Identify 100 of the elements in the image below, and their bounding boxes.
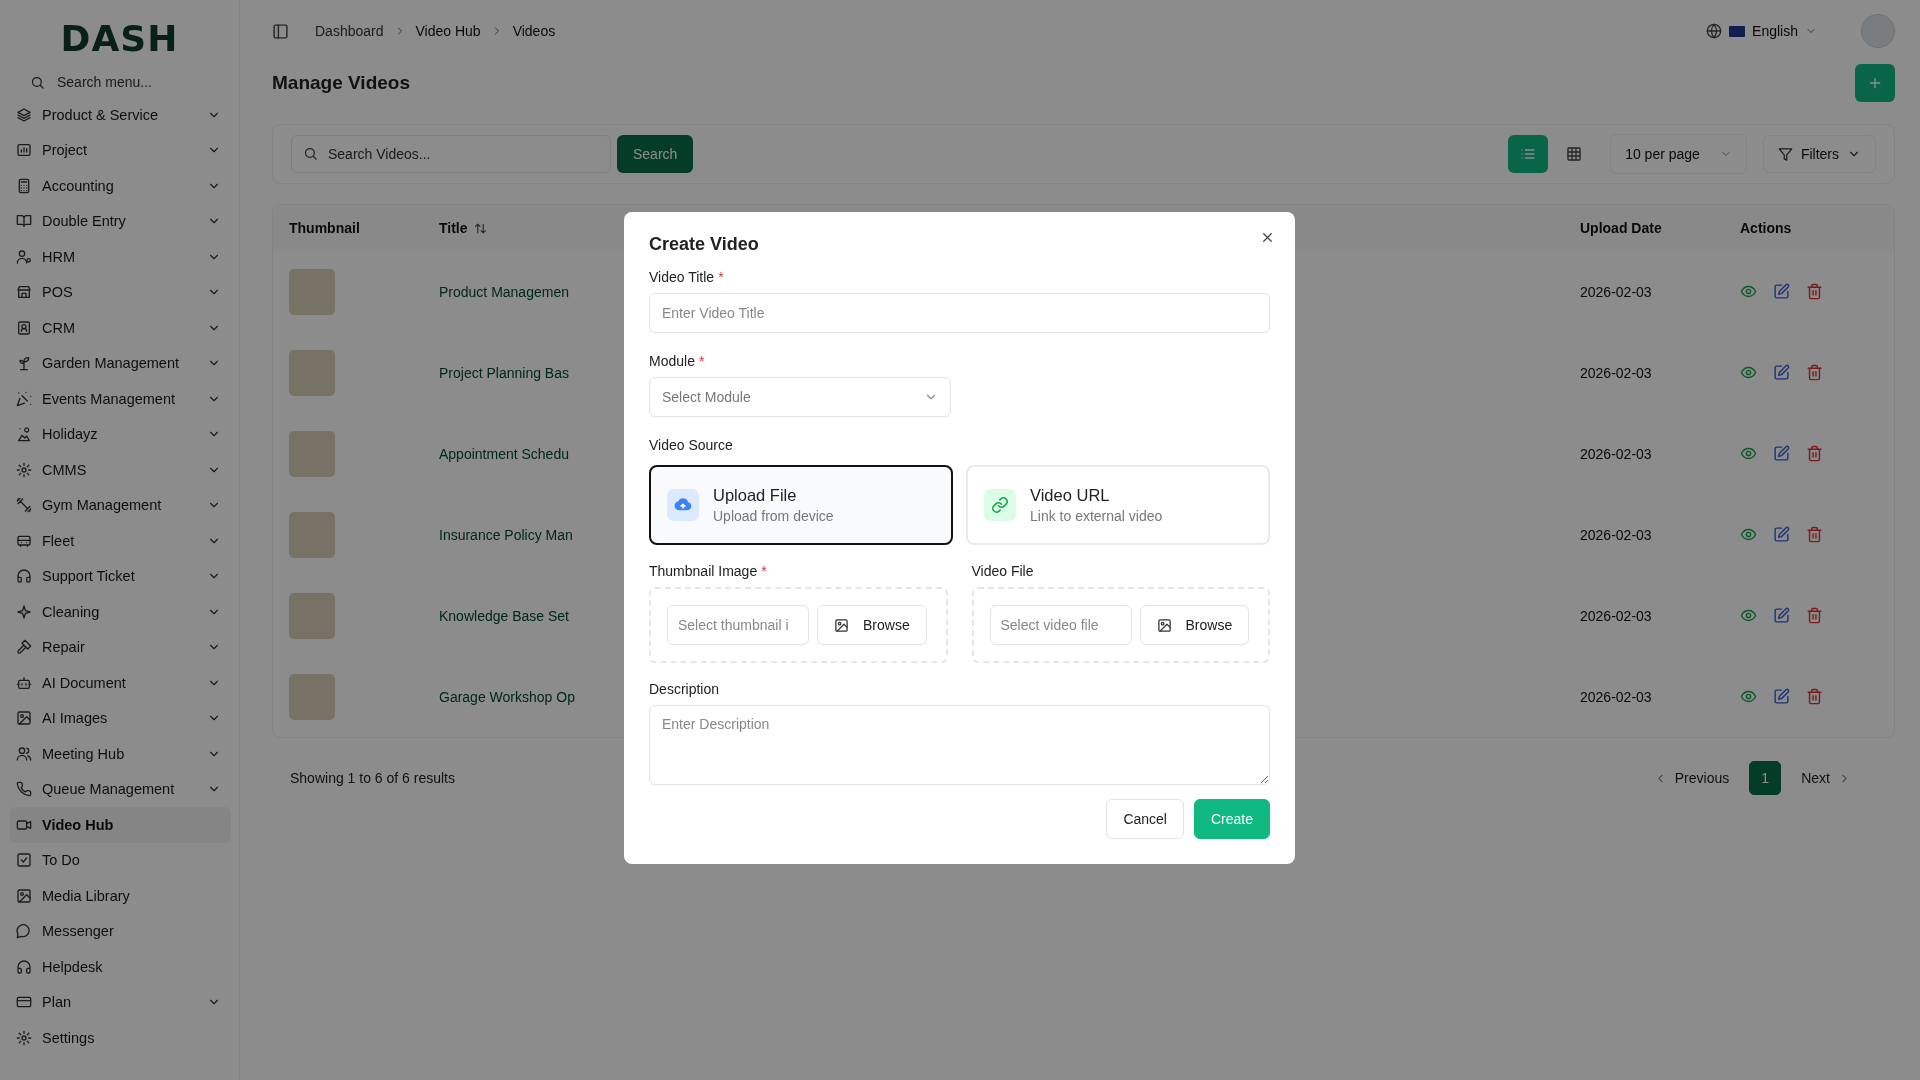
view-icon[interactable] (1740, 364, 1757, 381)
edit-icon[interactable] (1773, 445, 1790, 462)
sort-icon[interactable] (473, 221, 487, 235)
sidebar-item[interactable]: Fleet (10, 523, 231, 559)
sidebar-item[interactable]: Meeting Hub (10, 736, 231, 772)
filters-button[interactable]: Filters (1762, 135, 1876, 173)
video-title-field[interactable]: Enter Video Title (649, 293, 1270, 333)
video-title-link[interactable]: Knowledge Base Set (439, 607, 569, 624)
sidebar-item[interactable]: CRM (10, 310, 231, 346)
sparkle-icon (16, 603, 32, 620)
image-icon (16, 887, 32, 904)
view-icon[interactable] (1740, 283, 1757, 300)
page-button[interactable]: 1 (1749, 761, 1782, 795)
phone-icon (16, 781, 32, 798)
module-select[interactable]: Select Module (649, 377, 951, 417)
sidebar-item[interactable]: Double Entry (10, 203, 231, 239)
source-option[interactable]: Upload File Upload from device (649, 465, 953, 545)
delete-icon[interactable] (1806, 445, 1823, 462)
video-title-link[interactable]: Product Managemen (439, 283, 569, 300)
edit-icon[interactable] (1773, 607, 1790, 624)
menu-search-field[interactable]: Search menu... (55, 73, 209, 91)
sidebar-item[interactable]: AI Images (10, 700, 231, 736)
search-field[interactable]: Search Videos... (291, 135, 611, 173)
sidebar-item[interactable]: Media Library (10, 878, 231, 914)
cancel-button[interactable]: Cancel (1106, 799, 1184, 839)
link-icon (991, 496, 1009, 514)
video-title-link[interactable]: Project Planning Bas (439, 364, 569, 381)
headset-icon (16, 568, 32, 585)
delete-icon[interactable] (1806, 526, 1823, 543)
sidebar-item[interactable]: Project (10, 132, 231, 168)
sidebar-item[interactable]: Settings (10, 1020, 231, 1056)
delete-icon[interactable] (1806, 283, 1823, 300)
sidebar-item[interactable]: Video Hub (10, 807, 231, 843)
layers-icon (16, 106, 32, 123)
sidebar-item[interactable]: Accounting (10, 168, 231, 204)
sidebar-item[interactable]: AI Document (10, 665, 231, 701)
next-button[interactable]: Next (1795, 769, 1857, 787)
results-summary: Showing 1 to 6 of 6 results (290, 770, 455, 786)
view-icon[interactable] (1740, 688, 1757, 705)
sidebar-item[interactable]: Helpdesk (10, 949, 231, 985)
sidebar-item[interactable]: Plan (10, 984, 231, 1020)
view-icon[interactable] (1740, 445, 1757, 462)
store-icon (16, 284, 32, 301)
source-option[interactable]: Video URL Link to external video (966, 465, 1270, 545)
list-view-button[interactable] (1508, 135, 1549, 173)
flag-icon (1729, 25, 1746, 37)
close-icon (1260, 230, 1275, 245)
sidebar-item[interactable]: To Do (10, 842, 231, 878)
breadcrumb-link[interactable]: Videos (512, 23, 556, 39)
language-selector[interactable]: English (1752, 23, 1798, 39)
plant-icon (16, 355, 32, 372)
filter-icon (1777, 146, 1793, 162)
sidebar-item[interactable]: Cleaning (10, 594, 231, 630)
sidebar-item[interactable]: Queue Management (10, 771, 231, 807)
sidebar-item[interactable]: Repair (10, 629, 231, 665)
browse-button[interactable]: Browse (1139, 605, 1250, 645)
sidebar-item[interactable]: CMMS (10, 452, 231, 488)
sidebar-item[interactable]: Support Ticket (10, 558, 231, 594)
edit-icon[interactable] (1773, 688, 1790, 705)
breadcrumb-link[interactable]: Video Hub (415, 23, 481, 39)
video-title-link[interactable]: Appointment Schedu (439, 445, 569, 462)
video-title-link[interactable]: Garage Workshop Op (439, 688, 575, 705)
per-page-select[interactable]: 10 per page (1610, 134, 1747, 174)
video-title-link[interactable]: Insurance Policy Man (439, 526, 573, 543)
upload-date: 2026-02-03 (1580, 607, 1652, 624)
book-icon (16, 213, 32, 230)
description-field[interactable]: Enter Description (649, 705, 1270, 785)
sidebar-item[interactable]: Garden Management (10, 345, 231, 381)
view-icon[interactable] (1740, 607, 1757, 624)
grid-icon (1566, 146, 1583, 162)
browse-button[interactable]: Browse (817, 605, 927, 645)
edit-icon[interactable] (1773, 526, 1790, 543)
add-button[interactable] (1855, 64, 1895, 102)
column-header[interactable]: Title (439, 220, 468, 236)
search-button[interactable]: Search (617, 135, 694, 173)
edit-icon[interactable] (1773, 283, 1790, 300)
column-header: Upload Date (1580, 220, 1662, 236)
delete-icon[interactable] (1806, 688, 1823, 705)
globe-icon (1706, 23, 1723, 39)
sidebar-item[interactable]: POS (10, 274, 231, 310)
sidebar-item[interactable]: Gym Management (10, 487, 231, 523)
file-name-field[interactable]: Select thumbnail i (667, 605, 809, 645)
view-icon[interactable] (1740, 526, 1757, 543)
breadcrumb-link[interactable]: Dashboard (315, 23, 384, 39)
delete-icon[interactable] (1806, 364, 1823, 381)
edit-icon[interactable] (1773, 364, 1790, 381)
sidebar-toggle-icon[interactable] (272, 22, 289, 40)
sidebar-item[interactable]: Messenger (10, 913, 231, 949)
field-label: Description (649, 681, 720, 697)
sidebar-item[interactable]: Product & Service (10, 97, 231, 133)
field-label: Video Source (649, 437, 733, 453)
sidebar-item[interactable]: Holidayz (10, 416, 231, 452)
robot-icon (16, 674, 32, 691)
sidebar-item[interactable]: Events Management (10, 381, 231, 417)
file-name-field[interactable]: Select video file (989, 605, 1132, 645)
delete-icon[interactable] (1806, 607, 1823, 624)
sidebar-item[interactable]: HRM (10, 239, 231, 275)
previous-button[interactable]: Previous (1647, 769, 1736, 787)
image-icon (834, 617, 849, 633)
person-icon (16, 248, 32, 265)
